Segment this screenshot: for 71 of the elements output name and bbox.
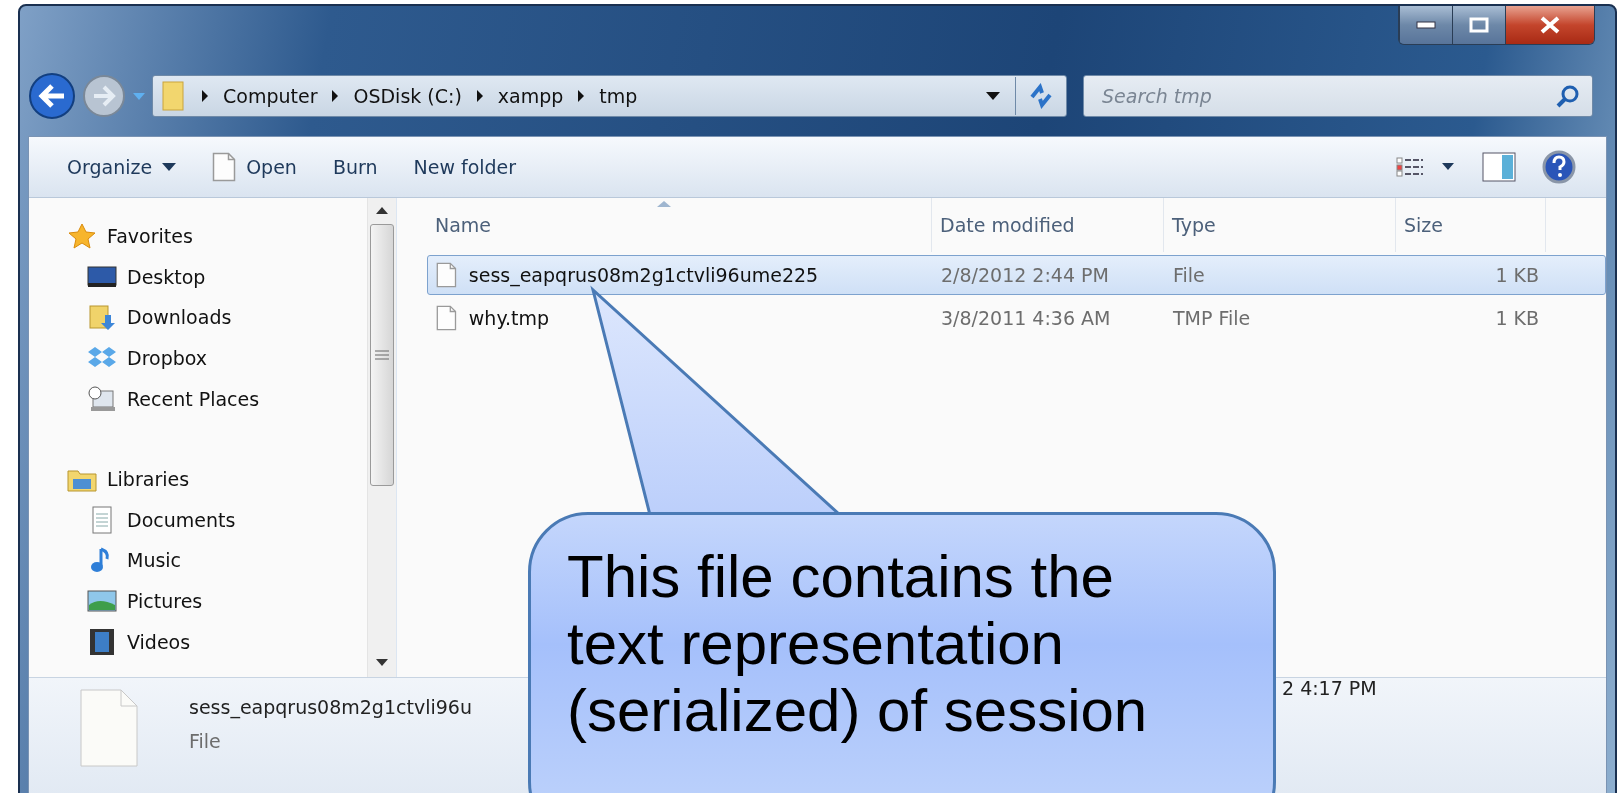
sidebar-item[interactable]: Desktop xyxy=(127,265,206,288)
details-date: 2 4:17 PM xyxy=(1282,677,1377,699)
toolbar-button[interactable]: New folder xyxy=(405,152,525,182)
download-folder-icon xyxy=(87,303,117,332)
sidebar-item[interactable]: Recent Places xyxy=(127,387,260,410)
column-header[interactable]: Size xyxy=(1396,198,1546,252)
search-field[interactable]: Search tmp xyxy=(1083,75,1593,117)
scrollbar[interactable] xyxy=(367,198,397,677)
caret-icon xyxy=(162,163,177,171)
folder-icon xyxy=(161,80,187,112)
dropdown-arrow-icon[interactable] xyxy=(985,91,1001,101)
breadcrumb-item[interactable]: xampp xyxy=(497,85,564,107)
column-header[interactable]: Name xyxy=(427,198,932,252)
minimize-icon xyxy=(1416,21,1436,29)
date-cell-text: 3/8/2011 4:36 AM xyxy=(940,307,1112,329)
scroll-up-icon[interactable] xyxy=(376,206,388,214)
sidebar-item[interactable]: Downloads xyxy=(127,306,232,329)
toolbar-button[interactable]: Open xyxy=(204,148,305,186)
sidebar-item[interactable]: Dropbox xyxy=(127,347,208,370)
breadcrumb-arrow-icon xyxy=(577,90,586,102)
file-name: why.tmp xyxy=(468,307,549,329)
address-bar[interactable]: Computer OSDisk (C:) xampp tmp xyxy=(152,75,1067,117)
minimize-button[interactable] xyxy=(1399,6,1452,44)
type-cell-text: TMP File xyxy=(1172,307,1252,329)
breadcrumb-item[interactable]: Computer xyxy=(223,85,318,107)
callout-text: This file contains the text representation (serialized) of session xyxy=(567,543,1149,744)
close-button[interactable] xyxy=(1505,6,1594,44)
recent-places-icon xyxy=(87,384,117,413)
sidebar-item[interactable]: Documents xyxy=(127,508,236,531)
maximize-icon xyxy=(1469,17,1489,33)
sidebar-group[interactable]: Favorites xyxy=(107,225,193,248)
breadcrumb-arrow-icon xyxy=(331,90,340,102)
size-cell-text: 1 KB xyxy=(1494,264,1540,286)
breadcrumb-arrow-icon xyxy=(201,90,209,102)
toolbar-button[interactable]: Burn xyxy=(324,152,386,182)
sidebar-item[interactable]: Videos xyxy=(127,630,191,653)
file-icon xyxy=(436,262,457,288)
details-file-name: sess_eapqrus08m2g1ctvli96u xyxy=(189,696,472,718)
forward-button[interactable] xyxy=(82,74,126,118)
breadcrumb-item[interactable]: tmp xyxy=(599,85,638,107)
size-cell-text: 1 KB xyxy=(1494,307,1540,329)
back-button[interactable] xyxy=(28,72,76,120)
file-icon xyxy=(212,152,237,182)
breadcrumb-item[interactable]: OSDisk (C:) xyxy=(353,85,462,107)
file-icon xyxy=(79,688,139,768)
type-cell-text: File xyxy=(1172,264,1206,286)
column-header[interactable]: Type xyxy=(1164,198,1396,252)
date-cell-text: 2/8/2012 2:44 PM xyxy=(940,264,1110,286)
breadcrumb-arrow-icon xyxy=(475,90,484,102)
file-row[interactable]: why.tmp 3/8/2011 4:36 AM TMP File 1 KB xyxy=(427,298,1606,338)
view-options-icon[interactable] xyxy=(1396,157,1456,177)
scroll-thumb[interactable] xyxy=(370,224,394,486)
scroll-down-icon[interactable] xyxy=(376,659,388,667)
preview-pane-icon[interactable] xyxy=(1482,152,1516,182)
close-icon xyxy=(1539,16,1561,34)
file-name: sess_eapqrus08m2g1ctvli96ume225 xyxy=(468,264,819,286)
search-input[interactable]: Search tmp xyxy=(1100,84,1556,108)
file-icon xyxy=(436,305,457,331)
toolbar-button[interactable]: Organize xyxy=(59,152,185,182)
sort-arrow-icon xyxy=(657,200,671,207)
help-icon[interactable] xyxy=(1542,150,1576,184)
maximize-button[interactable] xyxy=(1452,6,1505,44)
film-icon xyxy=(87,627,117,656)
star-icon xyxy=(67,222,97,251)
search-icon xyxy=(1556,84,1580,108)
details-file-type: File xyxy=(189,730,221,752)
sidebar-item[interactable]: Pictures xyxy=(127,590,203,613)
file-row[interactable]: sess_eapqrus08m2g1ctvli96ume225 2/8/2012 2:44 PM File 1 KB xyxy=(427,255,1606,295)
sidebar-group[interactable]: Libraries xyxy=(107,468,190,491)
sidebar-item[interactable]: Music xyxy=(127,549,182,572)
column-header[interactable]: Date modified xyxy=(932,198,1164,252)
